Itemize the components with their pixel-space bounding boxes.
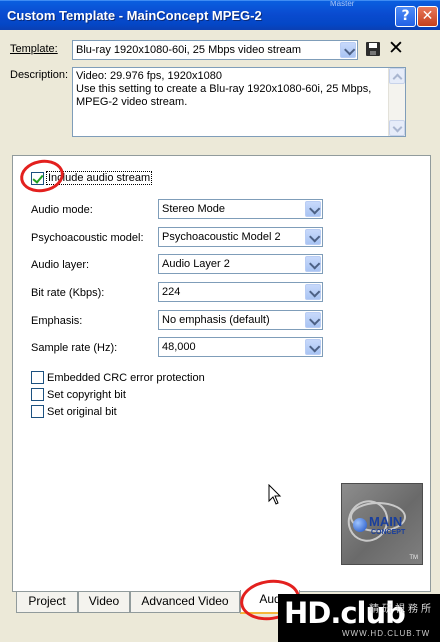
original-bit-checkbox[interactable] [31,405,44,418]
chevron-down-icon[interactable] [340,42,356,58]
scroll-down-icon[interactable] [389,120,405,136]
description-textarea[interactable]: Video: 29.976 fps, 1920x1080 Use this se… [72,67,406,137]
description-scrollbar[interactable] [388,68,405,136]
watermark: HD.club 精研視務所 WWW.HD.CLUB.TW [278,594,440,642]
watermark-url: WWW.HD.CLUB.TW [342,629,431,638]
chevron-down-icon[interactable] [305,284,321,300]
chevron-down-icon[interactable] [305,229,321,245]
template-label: Template: [10,43,58,55]
template-value: Blu-ray 1920x1080-60i, 25 Mbps video str… [76,44,302,56]
psychoacoustic-model-value: Psychoacoustic Model 2 [162,231,281,243]
tab-video[interactable]: Video [78,592,130,613]
bit-rate-select[interactable]: 224 [158,282,323,302]
audio-mode-value: Stereo Mode [162,203,225,215]
chevron-down-icon[interactable] [305,201,321,217]
chevron-down-icon[interactable] [305,256,321,272]
delete-icon[interactable]: ✕ [388,38,404,58]
audio-layer-select[interactable]: Audio Layer 2 [158,254,323,274]
emphasis-value: No emphasis (default) [162,314,270,326]
background-window-peek: Master [330,1,355,7]
template-select[interactable]: Blu-ray 1920x1080-60i, 25 Mbps video str… [72,40,358,60]
emphasis-label: Emphasis: [31,315,83,327]
help-button[interactable]: ? [395,6,416,27]
sample-rate-value: 48,000 [162,341,196,353]
copyright-bit-checkbox[interactable] [31,388,44,401]
audio-layer-value: Audio Layer 2 [162,258,230,270]
bit-rate-label: Bit rate (Kbps): [31,287,105,299]
crc-protection-label[interactable]: Embedded CRC error protection [47,372,205,384]
description-label: Description: [10,69,69,81]
logo-atom-icon [353,518,367,532]
logo-concept-text: CONCEPT [371,529,406,536]
emphasis-select[interactable]: No emphasis (default) [158,310,323,330]
title-bar[interactable]: Master Custom Template - MainConcept MPE… [0,0,440,30]
psychoacoustic-model-label: Psychoacoustic model: [31,232,144,244]
scroll-up-icon[interactable] [389,68,405,84]
chevron-down-icon[interactable] [305,312,321,328]
sample-rate-label: Sample rate (Hz): [31,342,118,354]
psychoacoustic-model-select[interactable]: Psychoacoustic Model 2 [158,227,323,247]
watermark-chinese: 精研視務所 [369,604,434,615]
audio-mode-label: Audio mode: [31,204,93,216]
tab-project[interactable]: Project [16,592,78,613]
audio-mode-select[interactable]: Stereo Mode [158,199,323,219]
bit-rate-value: 224 [162,286,181,298]
window-title: Custom Template - MainConcept MPEG-2 [7,8,262,23]
tab-advanced-video[interactable]: Advanced Video [130,592,240,613]
audio-layer-label: Audio layer: [31,259,90,271]
crc-protection-checkbox[interactable] [31,371,44,384]
original-bit-label[interactable]: Set original bit [47,406,117,418]
save-icon[interactable] [366,42,380,56]
close-button[interactable]: ✕ [417,6,438,27]
copyright-bit-label[interactable]: Set copyright bit [47,389,126,401]
chevron-down-icon[interactable] [305,339,321,355]
logo-tm: TM [409,555,418,561]
mouse-cursor-icon [268,484,282,505]
sample-rate-select[interactable]: 48,000 [158,337,323,357]
logo-main-text: MAIN [369,514,403,529]
mainconcept-logo: MAIN CONCEPT TM [340,483,423,565]
description-text: Video: 29.976 fps, 1920x1080 Use this se… [76,70,372,108]
